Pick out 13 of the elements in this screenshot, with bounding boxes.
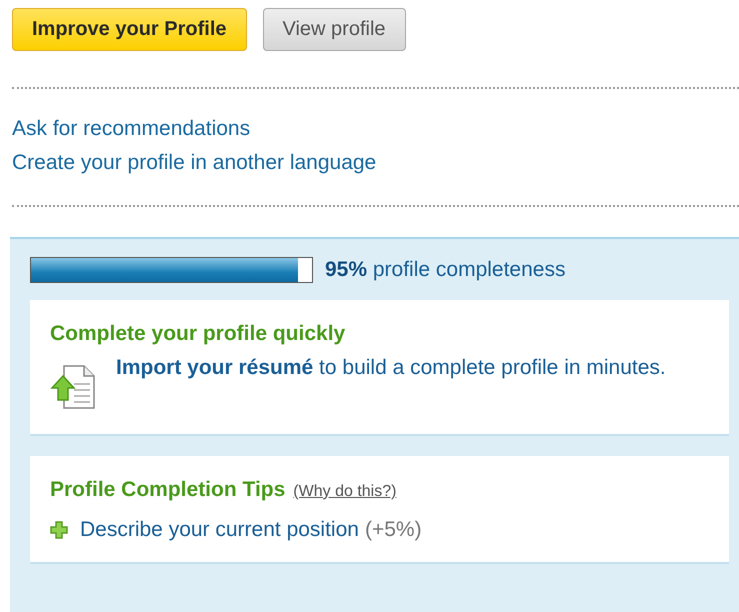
import-resume-link[interactable]: Import your résumé bbox=[116, 356, 314, 379]
import-text: Import your résumé to build a complete profile in minutes. bbox=[116, 355, 666, 381]
why-link[interactable]: (Why do this?) bbox=[293, 483, 396, 501]
profile-button[interactable]: Improve your Profile bbox=[12, 8, 246, 51]
card-title: Profile Completion Tips bbox=[50, 478, 286, 502]
profile-button[interactable]: View profile bbox=[262, 8, 406, 51]
card-title: Complete your profile quickly bbox=[50, 322, 346, 346]
profile-link[interactable]: Create your profile in another language bbox=[12, 151, 376, 175]
completeness-text: 95% profile completeness bbox=[325, 258, 566, 282]
gain-text: (+5%) bbox=[364, 518, 422, 542]
tip-link[interactable]: Describe your current position bbox=[80, 518, 359, 542]
plus-icon bbox=[50, 521, 68, 539]
profile-link[interactable]: Ask for recommendations bbox=[12, 117, 250, 141]
